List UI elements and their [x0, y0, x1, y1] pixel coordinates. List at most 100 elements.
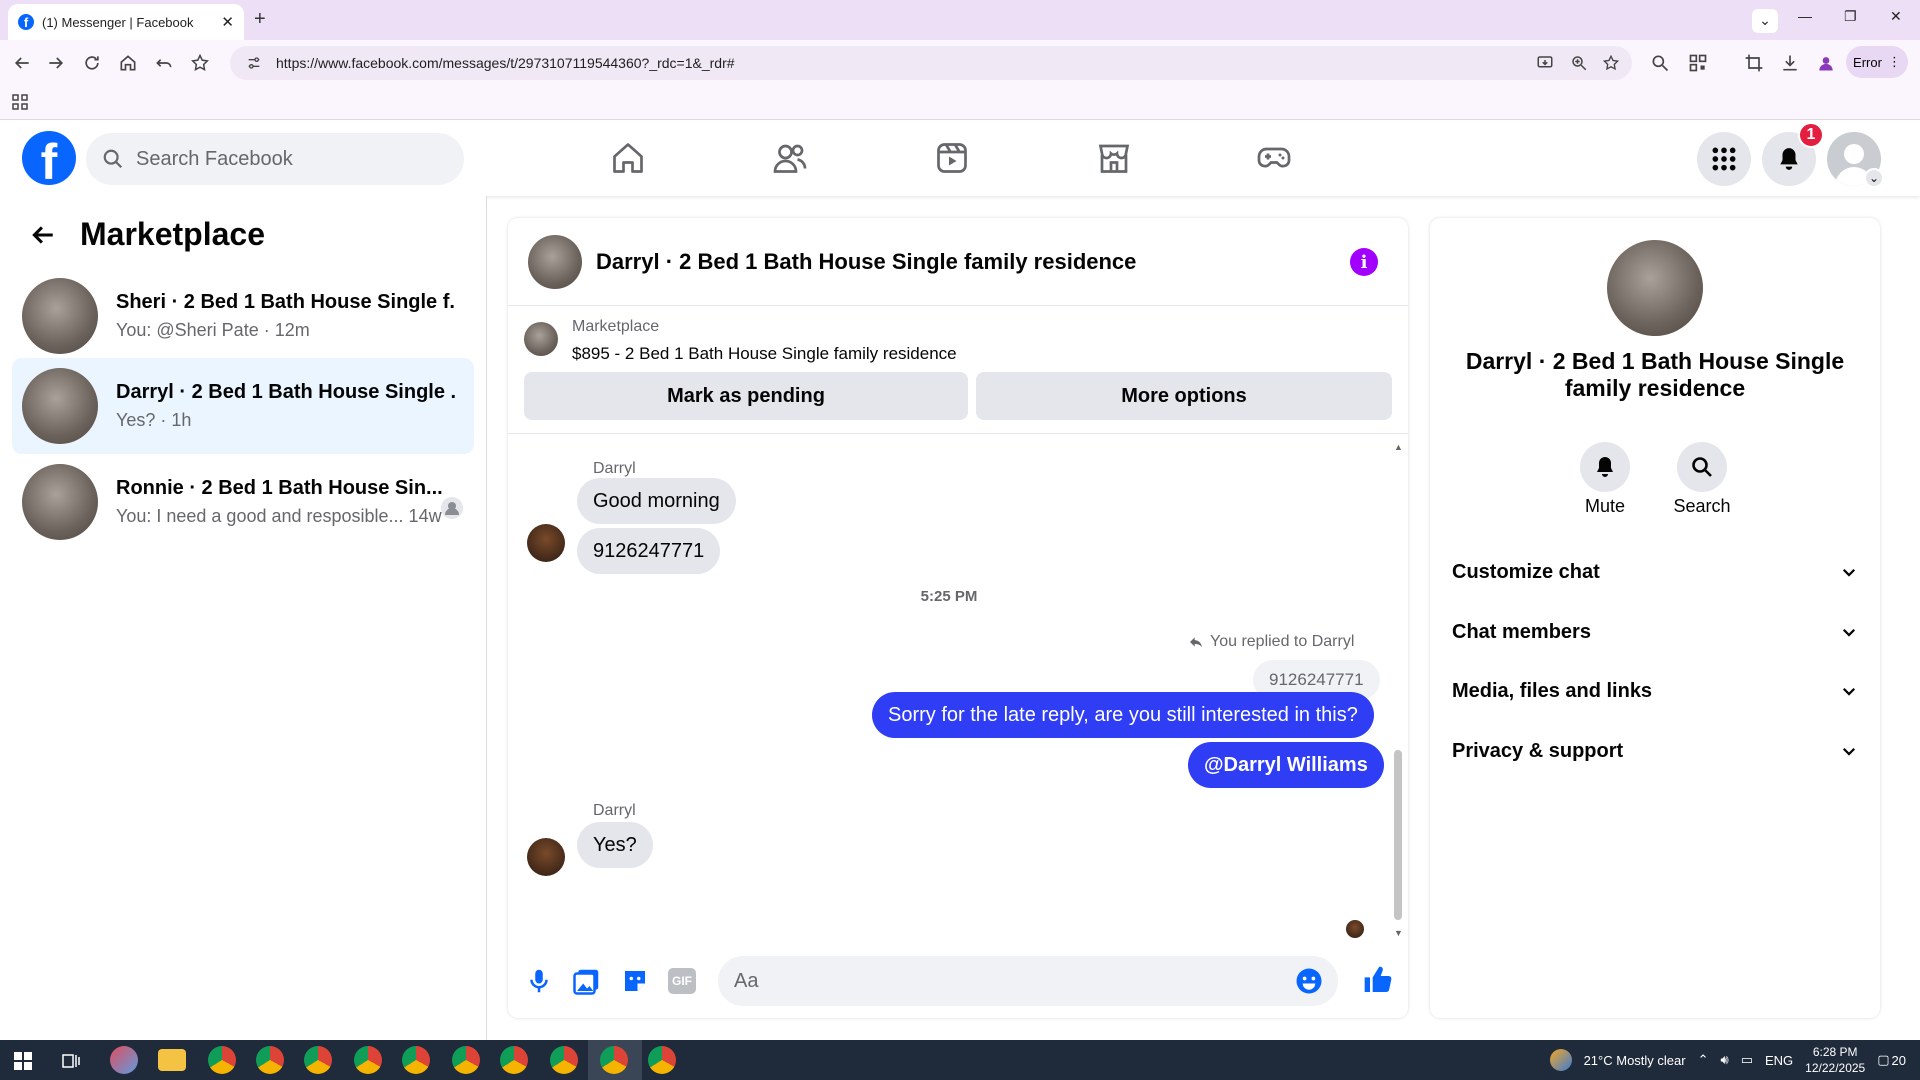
info-icon[interactable]: i: [1350, 248, 1378, 276]
listing-thumbnail[interactable]: [524, 322, 558, 356]
video-nav-icon[interactable]: [934, 140, 970, 176]
chrome-icon[interactable]: [402, 1046, 430, 1074]
incoming-message[interactable]: 9126247771: [577, 528, 721, 574]
notification-center[interactable]: ▢ 20: [1877, 1052, 1906, 1068]
zoom-icon[interactable]: [1570, 54, 1588, 72]
facebook-search-input[interactable]: Search Facebook: [86, 133, 464, 185]
tab-search-chevron-icon[interactable]: ⌄: [1752, 9, 1778, 33]
conversation-item-darryl[interactable]: Darryl · 2 Bed 1 Bath House Single ... Y…: [12, 358, 474, 454]
crop-icon[interactable]: [1744, 53, 1764, 73]
chat-avatar[interactable]: [528, 234, 582, 289]
close-tab-icon[interactable]: ✕: [221, 13, 234, 31]
chevron-up-icon[interactable]: ⌃: [1698, 1052, 1709, 1068]
url-text[interactable]: https://www.facebook.com/messages/t/2973…: [276, 55, 735, 71]
chat-members-section[interactable]: Chat members: [1452, 608, 1858, 656]
search-conversation-button[interactable]: [1677, 442, 1727, 492]
omnibox[interactable]: https://www.facebook.com/messages/t/2973…: [230, 46, 1632, 80]
bookmark-star-icon[interactable]: [190, 53, 210, 73]
qr-code-icon[interactable]: [1688, 53, 1708, 73]
notification-count: 20: [1891, 1052, 1906, 1068]
task-view-icon[interactable]: [62, 1052, 80, 1070]
browser-tab[interactable]: f (1) Messenger | Facebook ✕: [8, 4, 244, 40]
photo-icon[interactable]: [572, 966, 602, 996]
reload-icon[interactable]: [82, 53, 102, 73]
new-tab-button[interactable]: +: [254, 8, 266, 31]
file-explorer-icon[interactable]: [158, 1049, 186, 1071]
chrome-icon[interactable]: [304, 1046, 332, 1074]
home-nav-icon[interactable]: [610, 140, 646, 176]
marketplace-title: Marketplace: [80, 216, 265, 252]
weather-text[interactable]: 21°C Mostly clear: [1584, 1053, 1686, 1068]
profile-avatar[interactable]: [1607, 240, 1703, 336]
chat-scrollbar[interactable]: ▲ ▼: [1392, 440, 1404, 940]
message-thread: Darryl Good morning 9126247771 5:25 PM Y…: [508, 440, 1390, 940]
menu-button[interactable]: [1697, 132, 1751, 186]
outgoing-message[interactable]: Sorry for the late reply, are you still …: [872, 692, 1374, 738]
restore-icon[interactable]: ❐: [1844, 8, 1857, 25]
chrome-icon[interactable]: [208, 1046, 236, 1074]
apps-grid-icon[interactable]: [12, 94, 28, 110]
friends-nav-icon[interactable]: [772, 140, 808, 176]
chrome-icon[interactable]: [600, 1046, 628, 1074]
conversation-item-ronnie[interactable]: Ronnie · 2 Bed 1 Bath House Sin... You: …: [12, 454, 474, 550]
facebook-logo-icon[interactable]: f: [22, 131, 76, 185]
darryl-avatar[interactable]: [527, 838, 565, 876]
section-label: Privacy & support: [1452, 739, 1624, 762]
media-files-links-section[interactable]: Media, files and links: [1452, 667, 1858, 715]
search-icon: [103, 149, 123, 169]
outgoing-mention-message[interactable]: @Darryl Williams: [1188, 742, 1384, 788]
site-settings-icon[interactable]: [246, 55, 262, 71]
mark-pending-button[interactable]: Mark as pending: [524, 372, 968, 420]
minimize-icon[interactable]: —: [1798, 8, 1812, 24]
back-icon[interactable]: [12, 53, 32, 73]
search-tabs-icon[interactable]: [1650, 53, 1670, 73]
gaming-nav-icon[interactable]: [1256, 140, 1292, 176]
conversation-item-sheri[interactable]: Sheri · 2 Bed 1 Bath House Single f... Y…: [12, 268, 474, 364]
windows-start-icon[interactable]: [14, 1052, 32, 1070]
conversation-details-panel: Darryl · 2 Bed 1 Bath House Single famil…: [1430, 218, 1880, 1018]
sticker-icon[interactable]: [620, 966, 650, 996]
incoming-message[interactable]: Good morning: [577, 478, 736, 524]
conversation-preview: Yes? · 1h: [116, 410, 192, 430]
darryl-avatar[interactable]: [527, 524, 565, 562]
profile-icon[interactable]: [1816, 53, 1836, 73]
undo-icon[interactable]: [154, 53, 174, 73]
star-icon[interactable]: [1602, 54, 1620, 72]
marketplace-nav-icon[interactable]: [1096, 140, 1132, 176]
facebook-favicon-icon: f: [18, 14, 34, 30]
microphone-icon[interactable]: [524, 966, 554, 996]
weather-icon[interactable]: [1549, 1049, 1572, 1071]
customize-chat-section[interactable]: Customize chat: [1452, 548, 1858, 596]
mute-button[interactable]: [1580, 442, 1630, 492]
chrome-icon[interactable]: [500, 1046, 528, 1074]
app-icon[interactable]: [110, 1046, 138, 1074]
install-app-icon[interactable]: [1536, 54, 1554, 72]
privacy-support-section[interactable]: Privacy & support: [1452, 727, 1858, 775]
home-icon[interactable]: [118, 53, 138, 73]
network-icon[interactable]: ▭: [1741, 1052, 1753, 1068]
gif-icon[interactable]: GIF: [668, 968, 696, 994]
message-input-placeholder: Aa: [734, 969, 759, 992]
chevron-down-icon: [1842, 687, 1856, 696]
language-indicator[interactable]: ENG: [1765, 1053, 1793, 1068]
account-chevron-icon[interactable]: ⌄: [1864, 168, 1884, 188]
chat-title[interactable]: Darryl · 2 Bed 1 Bath House Single famil…: [596, 249, 1136, 275]
thumbs-up-icon[interactable]: [1362, 964, 1394, 996]
more-options-button[interactable]: More options: [976, 372, 1392, 420]
back-arrow-icon[interactable]: [30, 222, 56, 248]
speaker-icon[interactable]: 🔊︎: [1721, 1052, 1729, 1068]
profile-error-button[interactable]: Error ⋮: [1846, 46, 1908, 78]
clock[interactable]: 6:28 PM 12/22/2025: [1805, 1044, 1865, 1076]
incoming-message[interactable]: Yes?: [577, 822, 653, 868]
close-window-icon[interactable]: ✕: [1890, 8, 1902, 25]
chrome-icon[interactable]: [256, 1046, 284, 1074]
listing-title[interactable]: $895 - 2 Bed 1 Bath House Single family …: [572, 344, 957, 364]
chrome-icon[interactable]: [550, 1046, 578, 1074]
chrome-icon[interactable]: [354, 1046, 382, 1074]
forward-icon[interactable]: [46, 53, 66, 73]
message-input[interactable]: Aa: [718, 956, 1338, 1006]
chrome-icon[interactable]: [648, 1046, 676, 1074]
download-icon[interactable]: [1780, 53, 1800, 73]
chrome-icon[interactable]: [452, 1046, 480, 1074]
emoji-icon[interactable]: [1294, 966, 1324, 996]
